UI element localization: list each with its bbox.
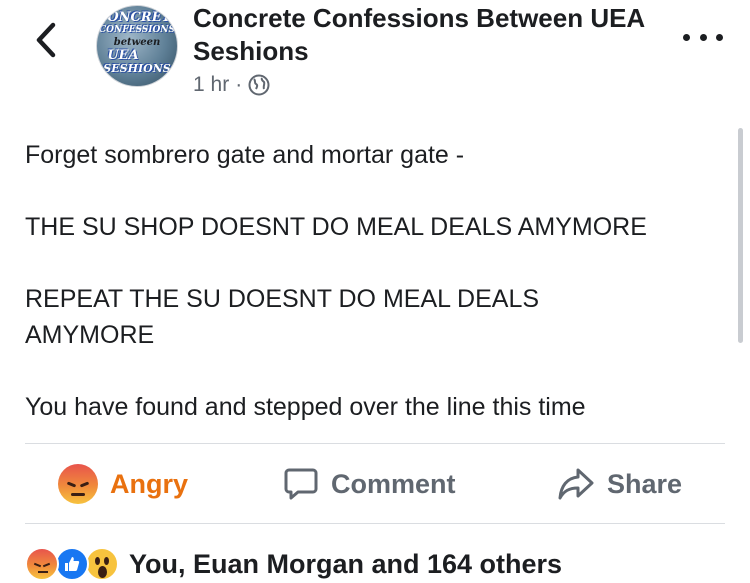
angry-emoji-icon (25, 547, 59, 581)
more-horizontal-icon (683, 33, 690, 41)
post-body: Forget sombrero gate and mortar gate - T… (25, 137, 715, 425)
avatar-logo-text: between (113, 37, 161, 48)
scrollbar[interactable] (738, 128, 743, 343)
divider (25, 523, 725, 524)
comment-icon (284, 468, 318, 500)
share-label: Share (607, 468, 683, 499)
page-title[interactable]: Concrete Confessions Between UEA Seshion… (193, 2, 673, 68)
react-button[interactable]: Angry (58, 445, 188, 523)
wow-emoji-icon (85, 547, 119, 581)
post-paragraph: Forget sombrero gate and mortar gate - (25, 141, 465, 169)
post-time[interactable]: 1 hr (193, 73, 229, 97)
reactions-count-text: You, Euan Morgan and 164 others (129, 548, 563, 579)
reactions-summary[interactable]: You, Euan Morgan and 164 others (25, 544, 562, 583)
post-paragraph: REPEAT THE SU DOESNT DO MEAL DEALS AMYMO… (25, 285, 540, 349)
share-icon (558, 468, 594, 500)
comment-button[interactable]: Comment (283, 445, 456, 523)
post-paragraph: THE SU SHOP DOESNT DO MEAL DEALS AMYMORE (25, 213, 647, 241)
share-button[interactable]: Share (557, 445, 682, 523)
post-meta: 1 hr · (193, 72, 270, 98)
more-horizontal-icon (716, 33, 723, 41)
react-label: Angry (110, 468, 189, 499)
post-paragraph: You have found and stepped over the line… (25, 393, 586, 421)
more-horizontal-icon (699, 33, 707, 41)
comment-label: Comment (331, 468, 456, 499)
avatar-logo-text: CONCRETE (97, 10, 178, 25)
more-options-button[interactable] (683, 27, 723, 47)
like-icon (55, 547, 89, 581)
meta-separator: · (235, 73, 243, 96)
chevron-left-icon (36, 22, 56, 58)
reaction-icons (25, 547, 121, 581)
globe-icon (248, 74, 270, 96)
page-avatar[interactable]: CONCRETE CONFESSIONS between UEA SESHION… (96, 5, 178, 87)
action-bar: Angry Comment Share (25, 445, 725, 523)
divider (25, 443, 725, 444)
avatar-logo-text: SESHIONS (103, 62, 171, 75)
angry-emoji-icon (58, 464, 98, 504)
avatar-logo-text: CONFESSIONS (98, 25, 176, 35)
post-screen: CONCRETE CONFESSIONS between UEA SESHION… (0, 0, 750, 583)
back-button[interactable] (28, 18, 64, 62)
avatar-logo-text: UEA (107, 48, 139, 63)
